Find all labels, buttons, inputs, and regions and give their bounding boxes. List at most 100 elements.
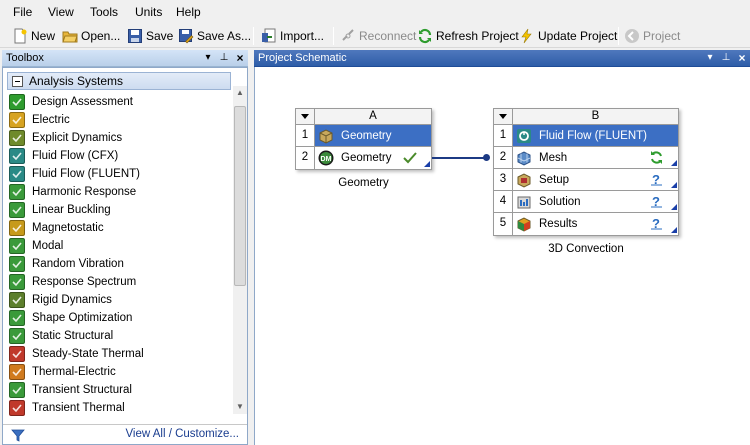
- refresh-project-button[interactable]: Refresh Project: [417, 26, 519, 46]
- toolbox-footer: View All / Customize...: [3, 424, 247, 444]
- magnetostatic-icon: [9, 220, 25, 236]
- toolbox-item[interactable]: Thermal-Electric: [9, 363, 231, 381]
- save-button[interactable]: Save: [127, 26, 173, 46]
- toolbox-item-label: Rigid Dynamics: [32, 294, 112, 306]
- unfulfilled-icon: ?: [649, 194, 664, 209]
- system-b-cell-1[interactable]: 1 Fluid Flow (FLUENT): [494, 125, 678, 147]
- schematic-title: Project Schematic: [258, 52, 347, 64]
- toolbox-item-label: Design Assessment: [32, 96, 133, 108]
- scroll-thumb[interactable]: [234, 106, 246, 286]
- project-back-button[interactable]: Project: [624, 26, 680, 46]
- toolbox-scrollbar[interactable]: ▲ ▼: [233, 86, 247, 414]
- shape-optimization-icon: [9, 310, 25, 326]
- save-as-button[interactable]: Save As...: [178, 26, 251, 46]
- toolbox-item[interactable]: Static Structural: [9, 327, 231, 345]
- toolbox-item[interactable]: Modal: [9, 237, 231, 255]
- toolbox-item-label: Explicit Dynamics: [32, 132, 123, 144]
- toolbox-item[interactable]: Fluid Flow (FLUENT): [9, 165, 231, 183]
- system-a-cell-2[interactable]: 2 DM Geometry: [296, 147, 431, 169]
- filter-icon[interactable]: [11, 428, 25, 442]
- toolbox-item[interactable]: Response Spectrum: [9, 273, 231, 291]
- system-b-cell-5[interactable]: 5 Results ?: [494, 213, 678, 235]
- menu-file[interactable]: File: [13, 5, 32, 19]
- toolbox-item[interactable]: Fluid Flow (CFX): [9, 147, 231, 165]
- system-menu-arrow-icon[interactable]: [296, 109, 315, 124]
- scroll-down-icon[interactable]: ▼: [233, 400, 247, 414]
- toolbox-item-label: Linear Buckling: [32, 204, 111, 216]
- cell-number: 1: [494, 125, 513, 146]
- view-all-customize-link[interactable]: View All / Customize...: [125, 428, 239, 440]
- system-a[interactable]: A 1 Geometry 2 DM Geometry: [295, 108, 432, 170]
- back-arrow-icon: [624, 28, 640, 44]
- import-button[interactable]: Import...: [261, 26, 324, 46]
- reconnect-icon: [340, 28, 356, 44]
- toolbox-item-label: Fluid Flow (FLUENT): [32, 168, 140, 180]
- toolbox-item[interactable]: Shape Optimization: [9, 309, 231, 327]
- collapse-icon[interactable]: [12, 75, 23, 87]
- toolbox-item[interactable]: Linear Buckling: [9, 201, 231, 219]
- cell-corner-marker: [671, 182, 677, 188]
- linear-buckling-icon: [9, 202, 25, 218]
- fluent-icon: [516, 128, 532, 144]
- unfulfilled-icon: ?: [649, 216, 664, 231]
- analysis-systems-group[interactable]: Analysis Systems: [7, 72, 231, 90]
- toolbox-item[interactable]: Steady-State Thermal: [9, 345, 231, 363]
- system-a-cell-1[interactable]: 1 Geometry: [296, 125, 431, 147]
- setup-icon: [516, 172, 532, 188]
- toolbox-item[interactable]: Harmonic Response: [9, 183, 231, 201]
- dropdown-arrow-icon[interactable]: ▾: [702, 50, 718, 66]
- system-b-caption[interactable]: 3D Convection: [493, 243, 679, 255]
- new-label: New: [31, 29, 56, 43]
- toolbox-item-label: Electric: [32, 114, 70, 126]
- geometry-mesh-link[interactable]: [432, 157, 487, 159]
- system-b-cell-4[interactable]: 4 Solution ?: [494, 191, 678, 213]
- toolbox-item[interactable]: Magnetostatic: [9, 219, 231, 237]
- toolbox-item-label: Magnetostatic: [32, 222, 104, 234]
- toolbox-item[interactable]: Design Assessment: [9, 93, 231, 111]
- system-letter: B: [591, 110, 600, 122]
- toolbox-item[interactable]: Transient Structural: [9, 381, 231, 399]
- toolbox-item-label: Shape Optimization: [32, 312, 133, 324]
- menu-units[interactable]: Units: [135, 5, 162, 19]
- fluid-flow-fluent-icon: [9, 166, 25, 182]
- modal-icon: [9, 238, 25, 254]
- reconnect-button[interactable]: Reconnect: [340, 26, 416, 46]
- group-label: Analysis Systems: [29, 74, 124, 88]
- menu-view[interactable]: View: [48, 5, 74, 19]
- pin-icon[interactable]: ⊥: [718, 50, 734, 66]
- update-label: Update Project: [538, 29, 618, 43]
- system-b[interactable]: B 1 Fluid Flow (FLUENT) 2 Mesh 3 Setup ?…: [493, 108, 679, 236]
- system-menu-arrow-icon[interactable]: [494, 109, 513, 124]
- toolbox-item[interactable]: Explicit Dynamics: [9, 129, 231, 147]
- cell-corner-marker: [671, 227, 677, 233]
- system-b-cell-2[interactable]: 2 Mesh: [494, 147, 678, 169]
- close-icon[interactable]: ×: [232, 50, 248, 66]
- up-to-date-check-icon: [402, 150, 417, 165]
- unfulfilled-icon: ?: [649, 172, 664, 187]
- new-button[interactable]: New: [12, 26, 55, 46]
- output-connector-icon[interactable]: [424, 161, 430, 167]
- design-assessment-icon: [9, 94, 25, 110]
- cell-corner-marker: [671, 160, 677, 166]
- update-project-button[interactable]: Update Project: [519, 26, 617, 46]
- system-b-cell-3[interactable]: 3 Setup ?: [494, 169, 678, 191]
- toolbox-item-label: Fluid Flow (CFX): [32, 150, 119, 162]
- cell-number: 2: [296, 147, 315, 169]
- scroll-up-icon[interactable]: ▲: [233, 86, 247, 100]
- close-icon[interactable]: ×: [734, 50, 750, 66]
- solution-icon: [516, 194, 532, 210]
- steady-state-thermal-icon: [9, 346, 25, 362]
- menu-help[interactable]: Help: [176, 5, 201, 19]
- system-letter: A: [369, 110, 377, 122]
- project-schematic: A 1 Geometry 2 DM Geometry Geometry B 1 …: [254, 67, 750, 445]
- toolbox-item[interactable]: Electric: [9, 111, 231, 129]
- toolbox-item[interactable]: Rigid Dynamics: [9, 291, 231, 309]
- toolbar-separator: [618, 27, 619, 45]
- toolbox-item[interactable]: Random Vibration: [9, 255, 231, 273]
- menu-tools[interactable]: Tools: [90, 5, 118, 19]
- dropdown-arrow-icon[interactable]: ▾: [200, 50, 216, 66]
- system-a-caption[interactable]: Geometry: [295, 177, 432, 189]
- pin-icon[interactable]: ⊥: [216, 50, 232, 66]
- toolbox-item[interactable]: Transient Thermal: [9, 399, 231, 417]
- open-button[interactable]: Open...: [62, 26, 120, 46]
